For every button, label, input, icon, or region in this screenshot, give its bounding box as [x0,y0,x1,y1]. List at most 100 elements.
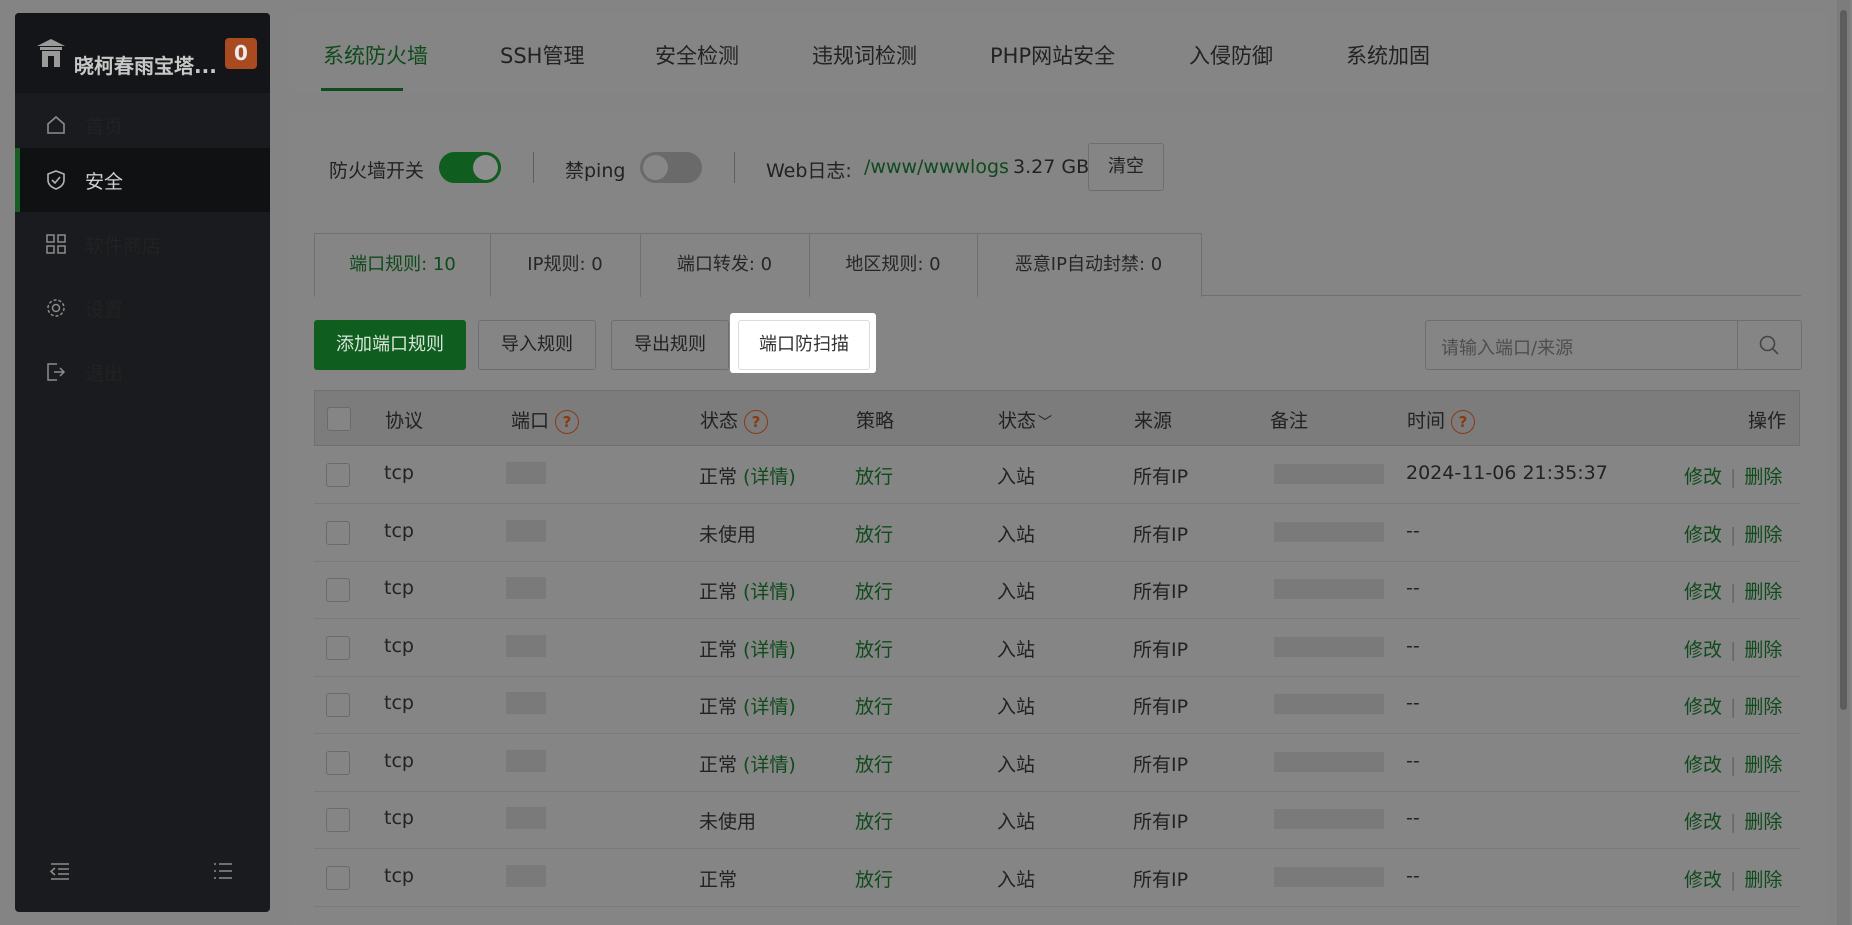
divider: | [1730,638,1737,661]
sidebar-item-logout[interactable]: 退出 [15,340,270,404]
tab-security-scan[interactable]: 安全检测 [655,40,739,70]
ping-toggle[interactable] [640,152,702,183]
delete-link[interactable]: 删除 [1744,466,1782,488]
cell-source: 所有IP [1133,753,1189,776]
subtab-region-rules[interactable]: 地区规则: 0 [809,234,978,297]
search-input[interactable]: 请输入端口/来源 [1441,334,1573,360]
cell-protocol: tcp [384,462,414,484]
security-tabbar: 系统防火墙 SSH管理 安全检测 违规词检测 PHP网站安全 入侵防御 系统加固 [289,13,1826,92]
sidebar-item-settings[interactable]: 设置 [15,276,270,340]
delete-link[interactable]: 删除 [1744,754,1782,776]
help-icon[interactable]: ? [555,409,580,434]
header-protocol: 协议 [385,410,424,432]
tab-system-hardening[interactable]: 系统加固 [1346,40,1430,70]
delete-link[interactable]: 删除 [1744,639,1782,661]
scrollbar-thumb[interactable] [1840,10,1847,710]
pagoda-logo-icon [37,39,65,67]
row-checkbox[interactable] [326,750,350,775]
edit-link[interactable]: 修改 [1684,581,1722,603]
table-row: tcp 正常 (详情) 放行 入站 所有IP 2024-11-06 21:35:37 修改 | 删… [314,446,1800,504]
header-time-label: 时间 [1407,410,1446,432]
edit-link[interactable]: 修改 [1684,639,1722,661]
row-checkbox[interactable] [326,520,350,545]
toggle-knob [643,155,668,180]
row-checkbox[interactable] [326,808,350,832]
delete-link[interactable]: 删除 [1744,811,1782,833]
edit-link[interactable]: 修改 [1684,524,1722,546]
sidebar-item-store[interactable]: 软件商店 [15,212,270,276]
subtab-port-forward[interactable]: 端口转发: 0 [640,234,810,297]
detail-link[interactable]: (详情) [743,754,796,776]
row-checkbox[interactable] [326,463,350,487]
sidebar-item-label: 退出 [85,363,124,385]
help-icon[interactable]: ? [744,409,769,434]
edit-link[interactable]: 修改 [1684,696,1722,718]
sidebar-item-label: 软件商店 [85,235,162,257]
tab-intrusion-defense[interactable]: 入侵防御 [1189,40,1273,70]
divider: | [1730,581,1737,603]
tab-illegal-words[interactable]: 违规词检测 [812,40,917,70]
help-icon[interactable]: ? [1451,409,1476,434]
cell-direction: 入站 [997,638,1036,661]
sidebar-item-security[interactable]: 安全 [15,148,270,212]
clear-logs-button[interactable]: 清空 [1088,143,1164,191]
divider: | [1730,868,1737,891]
row-checkbox[interactable] [326,635,350,660]
firewall-toggle[interactable] [439,152,501,183]
import-rules-button[interactable]: 导入规则 [478,320,596,370]
row-checkbox[interactable] [326,578,350,602]
delete-link[interactable]: 删除 [1744,524,1782,546]
cell-status: 正常 [699,865,743,892]
divider [734,152,735,183]
delete-link[interactable]: 删除 [1744,869,1782,891]
subtab-port-rules[interactable]: 端口规则: 10 [315,234,491,297]
firewall-panel: 防火墙开关 禁ping Web日志: /www/wwwlogs 3.27 GB … [289,113,1826,925]
chevron-down-icon: ﹀ [1038,415,1053,431]
cell-direction: 入站 [997,868,1036,891]
detail-link[interactable]: (详情) [743,466,796,488]
edit-link[interactable]: 修改 [1684,811,1722,833]
cell-ops: 修改 | 删除 [1684,692,1782,719]
add-port-rule-button[interactable]: 添加端口规则 [314,320,466,370]
header-direction[interactable]: 状态 ﹀ [998,406,1052,433]
divider [1201,295,1801,296]
edit-link[interactable]: 修改 [1684,869,1722,891]
port-anti-scan-button[interactable]: 端口防扫描 [738,320,870,370]
header-policy: 策略 [856,410,895,432]
status-text: 正常 [699,638,738,661]
detail-link[interactable]: (详情) [743,581,796,603]
detail-link[interactable]: (详情) [743,696,796,718]
subtab-malicious-ip[interactable]: 恶意IP自动封禁: 0 [977,234,1200,297]
select-all-checkbox[interactable] [327,407,351,431]
weblog-label: Web日志: [766,160,852,182]
collapse-sidebar-icon[interactable] [48,859,72,883]
page-scrollbar[interactable] [1837,0,1850,925]
notification-badge[interactable]: 0 [225,38,257,69]
detail-link[interactable]: (详情) [743,639,796,661]
row-checkbox[interactable] [326,865,350,890]
tab-php-security[interactable]: PHP网站安全 [990,40,1115,70]
menu-list-icon[interactable] [211,859,235,883]
cell-ops: 修改 | 删除 [1684,807,1782,834]
tab-ssh[interactable]: SSH管理 [500,40,584,70]
tab-firewall[interactable]: 系统防火墙 [323,40,428,70]
search-button[interactable] [1737,321,1801,369]
edit-link[interactable]: 修改 [1684,466,1722,488]
logout-icon [47,363,66,381]
cell-direction: 入站 [997,753,1036,776]
cell-time: -- [1406,519,1420,542]
delete-link[interactable]: 删除 [1744,581,1782,603]
redacted-remark [1274,521,1384,542]
delete-link[interactable]: 删除 [1744,696,1782,718]
export-rules-button[interactable]: 导出规则 [611,320,729,370]
row-checkbox[interactable] [326,693,350,717]
cell-protocol: tcp [384,634,414,657]
subtab-ip-rules[interactable]: IP规则: 0 [490,234,641,297]
status-text: 未使用 [699,523,757,546]
redacted-port [506,864,546,887]
redacted-remark [1274,636,1384,657]
weblog-path-link[interactable]: /www/wwwlogs [864,156,1009,178]
edit-link[interactable]: 修改 [1684,754,1722,776]
cell-ops: 修改 | 删除 [1684,577,1782,604]
header-time: 时间? [1407,406,1476,434]
